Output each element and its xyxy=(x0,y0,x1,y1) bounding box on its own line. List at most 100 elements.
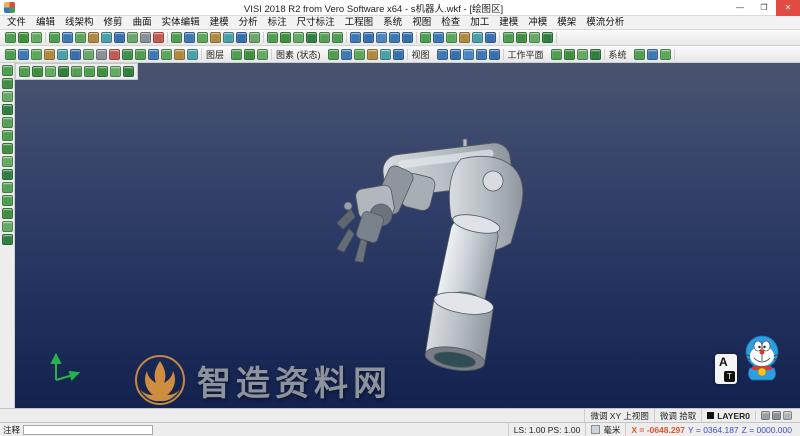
menu-item[interactable]: 线架构 xyxy=(60,16,99,30)
toolbar-icon[interactable] xyxy=(223,32,234,43)
close-button[interactable]: ✕ xyxy=(776,0,800,16)
toolbar-icon[interactable] xyxy=(1,130,13,141)
toolbar-icon[interactable] xyxy=(392,48,404,60)
toolbar-icon[interactable] xyxy=(646,48,658,60)
menu-item[interactable]: 编辑 xyxy=(31,16,60,30)
toolbar-icon[interactable] xyxy=(529,32,540,43)
toolbar-icon[interactable] xyxy=(70,48,81,60)
toolbar-icon[interactable] xyxy=(44,48,55,60)
toolbar-icon[interactable] xyxy=(449,48,461,60)
menu-item[interactable]: 建模 xyxy=(205,16,234,30)
toolbar-icon[interactable] xyxy=(49,32,60,43)
menu-item[interactable]: 曲面 xyxy=(128,16,157,30)
nudge-view-indicator[interactable]: 微调 XY 上视图 xyxy=(584,409,653,422)
menu-item[interactable]: 视图 xyxy=(407,16,436,30)
toolbar-group-label[interactable]: 视图 xyxy=(408,48,434,61)
toolbar-icon[interactable] xyxy=(563,48,575,60)
toolbar-icon[interactable] xyxy=(84,66,95,77)
toolbar-icon[interactable] xyxy=(5,32,16,43)
menu-item[interactable]: 冲模 xyxy=(523,16,552,30)
menu-item[interactable]: 检查 xyxy=(436,16,465,30)
toolbar-icon[interactable] xyxy=(475,48,487,60)
toolbar-icon[interactable] xyxy=(576,48,588,60)
toolbar-icon[interactable] xyxy=(462,48,474,60)
menu-item[interactable]: 系统 xyxy=(378,16,407,30)
units-indicator[interactable]: 毫米 xyxy=(585,423,625,436)
toolbar-icon[interactable] xyxy=(171,32,182,43)
nudge-pick-indicator[interactable]: 微调 拾取 xyxy=(653,409,701,422)
toolbar-icon[interactable] xyxy=(148,48,159,60)
toolbar-icon[interactable] xyxy=(1,65,13,76)
toolbar-icon[interactable] xyxy=(485,32,496,43)
toolbar-icon[interactable] xyxy=(127,32,138,43)
toolbar-icon[interactable] xyxy=(122,48,133,60)
toolbar-icon[interactable] xyxy=(659,48,671,60)
menu-item[interactable]: 模架 xyxy=(552,16,581,30)
toolbar-icon[interactable] xyxy=(1,182,13,193)
toolbar-icon[interactable] xyxy=(542,32,553,43)
toolbar-icon[interactable] xyxy=(516,32,527,43)
toolbar-icon[interactable] xyxy=(402,32,413,43)
toolbar-icon[interactable] xyxy=(433,32,444,43)
toolbar-icon[interactable] xyxy=(783,411,792,420)
menu-item[interactable]: 修剪 xyxy=(99,16,128,30)
toolbar-icon[interactable] xyxy=(363,32,374,43)
toolbar-icon[interactable] xyxy=(293,32,304,43)
minimize-button[interactable]: — xyxy=(728,0,752,16)
toolbar-icon[interactable] xyxy=(114,32,125,43)
toolbar-icon[interactable] xyxy=(389,32,400,43)
menu-item[interactable]: 尺寸标注 xyxy=(292,16,340,30)
toolbar-icon[interactable] xyxy=(45,66,56,77)
toolbar-icon[interactable] xyxy=(761,411,770,420)
menu-item[interactable]: 模流分析 xyxy=(581,16,629,30)
toolbar-icon[interactable] xyxy=(379,48,391,60)
toolbar-icon[interactable] xyxy=(332,32,343,43)
toolbar-icon[interactable] xyxy=(83,48,94,60)
toolbar-icon[interactable] xyxy=(1,221,13,232)
toolbar-icon[interactable] xyxy=(101,32,112,43)
toolbar-icon[interactable] xyxy=(350,32,361,43)
toolbar-icon[interactable] xyxy=(18,32,29,43)
toolbar-icon[interactable] xyxy=(123,66,134,77)
menu-item[interactable]: 加工 xyxy=(465,16,494,30)
toolbar-icon[interactable] xyxy=(1,104,13,115)
toolbar-icon[interactable] xyxy=(187,48,198,60)
toolbar-icon[interactable] xyxy=(249,32,260,43)
toolbar-group-label[interactable]: 工作平面 xyxy=(504,48,548,61)
toolbar-icon[interactable] xyxy=(18,48,29,60)
menu-item[interactable]: 文件 xyxy=(2,16,31,30)
toolbar-icon[interactable] xyxy=(366,48,378,60)
toolbar-icon[interactable] xyxy=(184,32,195,43)
toolbar-icon[interactable] xyxy=(589,48,601,60)
toolbar-icon[interactable] xyxy=(62,32,73,43)
toolbar-group-label[interactable]: 系统 xyxy=(605,48,631,61)
menu-item[interactable]: 分析 xyxy=(234,16,263,30)
toolbar-icon[interactable] xyxy=(244,48,256,60)
toolbar-icon[interactable] xyxy=(135,48,146,60)
toolbar-icon[interactable] xyxy=(353,48,365,60)
toolbar-icon[interactable] xyxy=(140,32,151,43)
toolbar-icon[interactable] xyxy=(153,32,164,43)
toolbar-icon[interactable] xyxy=(503,32,514,43)
note-input[interactable] xyxy=(23,424,154,435)
toolbar-icon[interactable] xyxy=(436,48,448,60)
viewport-canvas[interactable]: 智造资料网 A T xyxy=(15,63,800,408)
toolbar-icon[interactable] xyxy=(32,66,43,77)
toolbar-icon[interactable] xyxy=(161,48,172,60)
toolbar-icon[interactable] xyxy=(1,169,13,180)
toolbar-icon[interactable] xyxy=(459,32,470,43)
menu-item[interactable]: 建模 xyxy=(494,16,523,30)
toolbar-icon[interactable] xyxy=(327,48,339,60)
toolbar-icon[interactable] xyxy=(446,32,457,43)
toolbar-icon[interactable] xyxy=(1,143,13,154)
toolbar-icon[interactable] xyxy=(1,208,13,219)
toolbar-icon[interactable] xyxy=(88,32,99,43)
toolbar-icon[interactable] xyxy=(772,411,781,420)
toolbar-icon[interactable] xyxy=(236,32,247,43)
toolbar-icon[interactable] xyxy=(75,32,86,43)
toolbar-icon[interactable] xyxy=(306,32,317,43)
toolbar-icon[interactable] xyxy=(97,66,108,77)
layer-selector[interactable]: LAYER0 xyxy=(701,409,755,422)
toolbar-icon[interactable] xyxy=(197,32,208,43)
toolbar-icon[interactable] xyxy=(420,32,431,43)
